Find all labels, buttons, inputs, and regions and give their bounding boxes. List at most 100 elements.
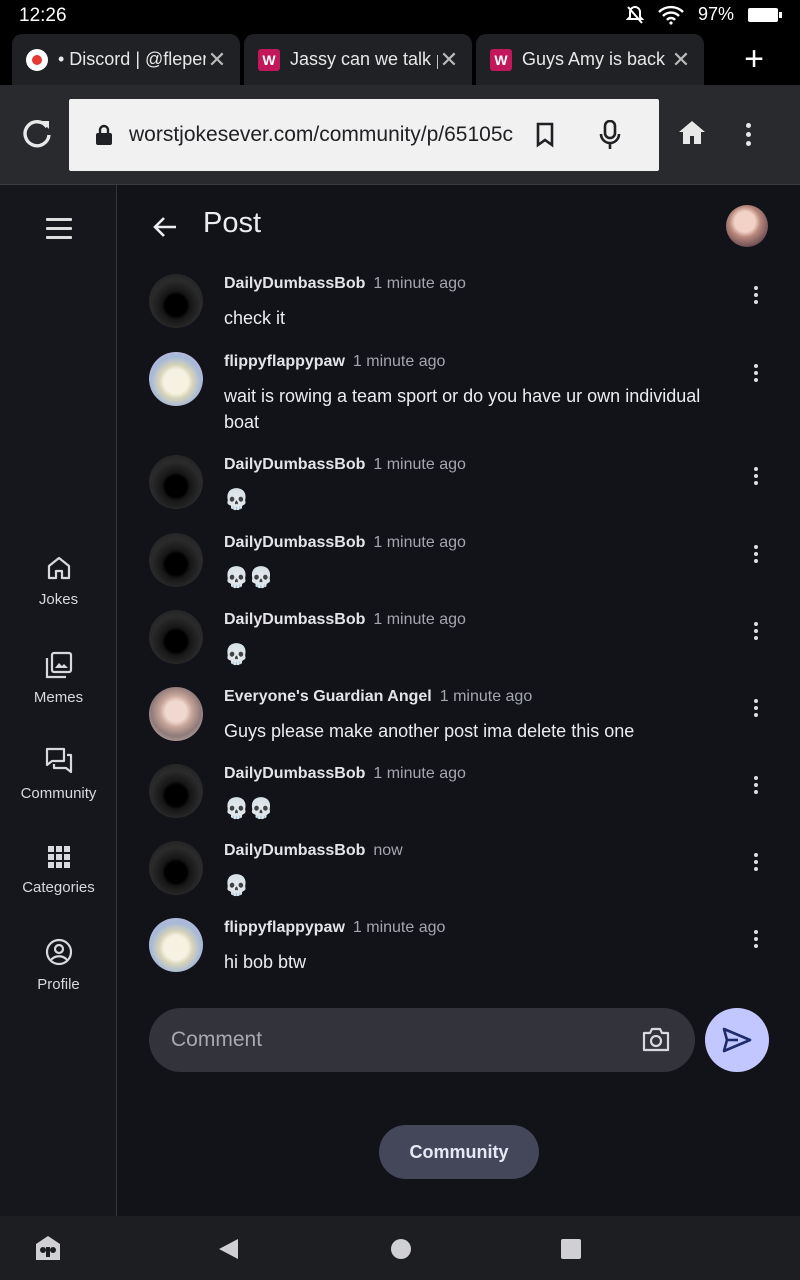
- comment-text: hi bob btw: [224, 952, 307, 972]
- nav-label: Categories: [22, 879, 95, 896]
- comment-text: wait is rowing a team sport or do you ha…: [224, 386, 701, 432]
- comment-author[interactable]: DailyDumbassBob: [224, 456, 365, 473]
- more-options-icon[interactable]: [754, 364, 760, 385]
- comment-author[interactable]: flippyflappypaw: [224, 353, 345, 370]
- comment-time: 1 minute ago: [373, 534, 466, 551]
- browser-tab-amy[interactable]: W Guys Amy is back yay ✕: [476, 34, 704, 85]
- comment-author[interactable]: DailyDumbassBob: [224, 534, 365, 551]
- tab-title: Guys Amy is back yay: [522, 49, 670, 69]
- assistant-icon[interactable]: [34, 1234, 62, 1262]
- comment-author[interactable]: DailyDumbassBob: [224, 842, 365, 859]
- nav-label: Community: [20, 785, 97, 802]
- reload-icon[interactable]: [20, 117, 54, 151]
- more-options-icon[interactable]: [754, 467, 760, 488]
- home-icon[interactable]: [678, 119, 706, 145]
- discord-icon: [26, 48, 48, 71]
- more-options-icon[interactable]: [754, 853, 760, 874]
- comment-text: 💀: [224, 873, 249, 897]
- page-title: Post: [203, 207, 262, 239]
- url-text[interactable]: worstjokesever.com/community/p/65105c: [129, 123, 519, 147]
- more-options-icon[interactable]: [754, 930, 760, 951]
- nav-item-profile[interactable]: Profile: [0, 938, 117, 994]
- more-options-icon[interactable]: [754, 286, 760, 307]
- nav-label: Profile: [37, 976, 80, 993]
- nav-item-community[interactable]: Community: [0, 747, 117, 803]
- comment-time: 1 minute ago: [352, 919, 446, 936]
- avatar[interactable]: [149, 687, 203, 741]
- comment-time: now: [373, 842, 403, 859]
- menu-icon[interactable]: [46, 218, 72, 245]
- close-tab-icon[interactable]: ✕: [206, 47, 228, 73]
- back-triangle-icon[interactable]: [218, 1238, 240, 1260]
- comment-author[interactable]: DailyDumbassBob: [224, 611, 365, 628]
- site-favicon-icon: W: [490, 48, 512, 71]
- comment-time: 1 minute ago: [352, 353, 446, 370]
- user-avatar[interactable]: [726, 205, 768, 247]
- avatar[interactable]: [149, 533, 203, 587]
- navigation-rail: Jokes Memes Community Categories Profile: [0, 185, 117, 1216]
- avatar[interactable]: [149, 455, 203, 509]
- comment-text: Guys please make another post ima delete…: [224, 721, 635, 741]
- new-tab-icon[interactable]: +: [744, 40, 764, 79]
- back-arrow-icon[interactable]: [152, 215, 178, 239]
- comment-author[interactable]: flippyflappypaw: [224, 919, 345, 936]
- avatar[interactable]: [149, 610, 203, 664]
- address-bar[interactable]: worstjokesever.com/community/p/65105c: [69, 99, 659, 171]
- camera-icon[interactable]: [642, 1026, 670, 1052]
- browser-toolbar: worstjokesever.com/community/p/65105c: [0, 85, 800, 185]
- grid-icon: [47, 846, 70, 868]
- recents-square-icon[interactable]: [560, 1238, 582, 1260]
- bookmark-icon[interactable]: [535, 122, 555, 148]
- browser-tab-discord[interactable]: • Discord | @fleperone ✕: [12, 34, 240, 85]
- home-icon: [47, 556, 70, 580]
- browser-menu-icon[interactable]: [746, 123, 751, 146]
- comment-text: 💀: [224, 642, 249, 666]
- nav-item-jokes[interactable]: Jokes: [0, 555, 117, 609]
- site-favicon-icon: W: [258, 48, 280, 71]
- lock-icon: [96, 124, 112, 145]
- close-tab-icon[interactable]: ✕: [670, 47, 692, 73]
- more-options-icon[interactable]: [754, 699, 760, 720]
- comment-author[interactable]: Everyone's Guardian Angel: [224, 688, 432, 705]
- notifications-off-icon: [625, 5, 644, 24]
- more-options-icon[interactable]: [754, 622, 760, 643]
- post-view: Post DailyDumbassBob 1 minute ago check i…: [118, 185, 800, 1216]
- browser-tab-jassy[interactable]: W Jassy can we talk plz ✕: [244, 34, 472, 85]
- account-circle-icon: [45, 938, 72, 966]
- close-tab-icon[interactable]: ✕: [438, 47, 460, 73]
- clock: 12:26: [19, 5, 67, 26]
- nav-label: Jokes: [38, 591, 79, 608]
- nav-item-memes[interactable]: Memes: [0, 651, 117, 707]
- avatar[interactable]: [149, 764, 203, 818]
- microphone-icon[interactable]: [599, 120, 621, 150]
- comment-input[interactable]: [171, 1008, 611, 1072]
- comment-text: check it: [224, 308, 286, 328]
- avatar[interactable]: [149, 918, 203, 972]
- send-button[interactable]: [705, 1008, 769, 1072]
- nav-item-categories[interactable]: Categories: [0, 845, 117, 897]
- comment-composer: [149, 1008, 695, 1072]
- comment-author[interactable]: DailyDumbassBob: [224, 275, 365, 292]
- nav-label: Memes: [33, 689, 84, 706]
- wifi-icon: [658, 5, 684, 25]
- avatar[interactable]: [149, 274, 203, 328]
- community-chip-button[interactable]: Community: [379, 1125, 539, 1179]
- avatar[interactable]: [149, 352, 203, 406]
- comment-text: 💀💀: [224, 565, 274, 589]
- comment-text: 💀💀: [224, 796, 274, 820]
- avatar[interactable]: [149, 841, 203, 895]
- battery-icon: [748, 7, 782, 22]
- comment-text: 💀: [224, 487, 249, 511]
- comment-time: 1 minute ago: [373, 765, 466, 782]
- home-circle-icon[interactable]: [390, 1238, 412, 1260]
- tab-strip: • Discord | @fleperone ✕ W Jassy can we …: [0, 32, 800, 85]
- comment-author[interactable]: DailyDumbassBob: [224, 765, 365, 782]
- more-options-icon[interactable]: [754, 545, 760, 566]
- battery-percent: 97%: [697, 4, 734, 24]
- comment-time: 1 minute ago: [439, 688, 533, 705]
- tab-title: • Discord | @fleperone: [58, 49, 206, 69]
- more-options-icon[interactable]: [754, 776, 760, 797]
- send-icon: [722, 1027, 752, 1053]
- system-navigation-bar: [0, 1216, 800, 1280]
- comment-time: 1 minute ago: [373, 275, 466, 292]
